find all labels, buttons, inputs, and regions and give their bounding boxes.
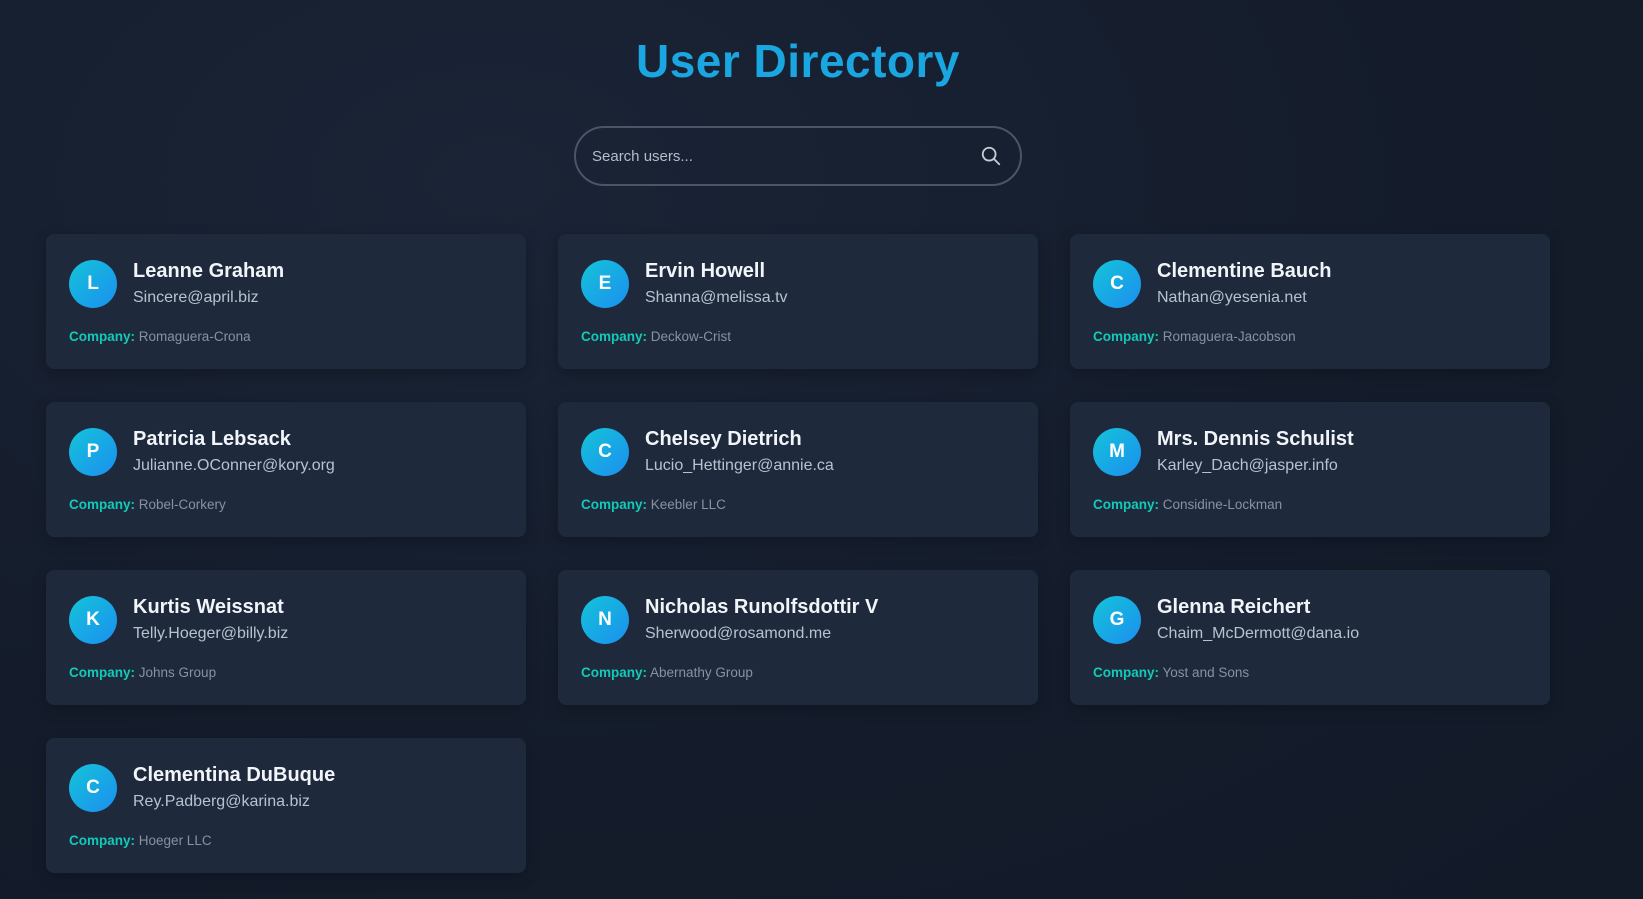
user-email: Karley_Dach@jasper.info: [1157, 457, 1338, 474]
user-email: Shanna@melissa.tv: [645, 289, 788, 306]
user-company: Company: Abernathy Group: [581, 665, 753, 680]
user-card[interactable]: C Chelsey Dietrich Lucio_Hettinger@annie…: [558, 402, 1038, 537]
page-title: User Directory: [635, 35, 961, 87]
company-value: Robel-Corkery: [138, 497, 226, 512]
search-icon[interactable]: [978, 143, 1004, 169]
avatar: N: [581, 596, 629, 644]
avatar: E: [581, 260, 629, 308]
user-company: Company: Romaguera-Jacobson: [1093, 329, 1296, 344]
user-card[interactable]: P Patricia Lebsack Julianne.OConner@kory…: [46, 402, 526, 537]
user-card[interactable]: C Clementina DuBuque Rey.Padberg@karina.…: [46, 738, 526, 873]
user-name: Clementine Bauch: [1157, 260, 1332, 282]
company-label: Company:: [581, 497, 648, 512]
user-grid: L Leanne Graham Sincere@april.biz Compan…: [46, 234, 1550, 873]
user-card[interactable]: M Mrs. Dennis Schulist Karley_Dach@jaspe…: [1070, 402, 1550, 537]
user-name: Chelsey Dietrich: [645, 428, 802, 450]
user-company: Company: Considine-Lockman: [1093, 497, 1282, 512]
avatar: C: [69, 764, 117, 812]
user-company: Company: Yost and Sons: [1093, 665, 1249, 680]
user-name: Patricia Lebsack: [133, 428, 291, 450]
company-label: Company:: [69, 665, 136, 680]
user-email: Chaim_McDermott@dana.io: [1157, 625, 1360, 642]
avatar: C: [581, 428, 629, 476]
company-value: Romaguera-Crona: [138, 329, 251, 344]
company-value: Considine-Lockman: [1162, 497, 1283, 512]
company-label: Company:: [581, 665, 648, 680]
company-label: Company:: [69, 833, 136, 848]
user-card[interactable]: L Leanne Graham Sincere@april.biz Compan…: [46, 234, 526, 369]
user-email: Telly.Hoeger@billy.biz: [133, 625, 289, 642]
company-label: Company:: [581, 329, 648, 344]
search-box[interactable]: [574, 126, 1022, 186]
user-card[interactable]: N Nicholas Runolfsdottir V Sherwood@rosa…: [558, 570, 1038, 705]
company-label: Company:: [69, 329, 136, 344]
user-email: Sherwood@rosamond.me: [645, 625, 832, 642]
company-label: Company:: [69, 497, 136, 512]
company-value: Romaguera-Jacobson: [1162, 329, 1296, 344]
user-email: Sincere@april.biz: [133, 289, 259, 306]
user-name: Kurtis Weissnat: [133, 596, 284, 618]
user-email: Julianne.OConner@kory.org: [133, 457, 335, 474]
company-value: Yost and Sons: [1162, 665, 1250, 680]
user-name: Ervin Howell: [645, 260, 766, 282]
page: User Directory L Leanne Graham Sincere@a…: [0, 0, 1643, 899]
company-value: Johns Group: [138, 665, 217, 680]
company-label: Company:: [1093, 329, 1160, 344]
user-card[interactable]: C Clementine Bauch Nathan@yesenia.net Co…: [1070, 234, 1550, 369]
avatar: P: [69, 428, 117, 476]
avatar: C: [1093, 260, 1141, 308]
user-card[interactable]: E Ervin Howell Shanna@melissa.tv Company…: [558, 234, 1038, 369]
company-label: Company:: [1093, 665, 1160, 680]
avatar: K: [69, 596, 117, 644]
user-email: Rey.Padberg@karina.biz: [133, 793, 310, 810]
company-value: Hoeger LLC: [138, 833, 212, 848]
avatar: M: [1093, 428, 1141, 476]
user-name: Mrs. Dennis Schulist: [1157, 428, 1354, 450]
company-value: Keebler LLC: [650, 497, 726, 512]
user-email: Nathan@yesenia.net: [1157, 289, 1307, 306]
company-value: Deckow-Crist: [650, 329, 732, 344]
user-company: Company: Romaguera-Crona: [69, 329, 251, 344]
user-name: Clementina DuBuque: [133, 764, 336, 786]
user-company: Company: Hoeger LLC: [69, 833, 212, 848]
user-company: Company: Robel-Corkery: [69, 497, 226, 512]
user-name: Leanne Graham: [133, 260, 285, 282]
user-card[interactable]: G Glenna Reichert Chaim_McDermott@dana.i…: [1070, 570, 1550, 705]
user-company: Company: Deckow-Crist: [581, 329, 731, 344]
avatar: L: [69, 260, 117, 308]
user-company: Company: Johns Group: [69, 665, 216, 680]
user-name: Nicholas Runolfsdottir V: [645, 596, 879, 618]
user-name: Glenna Reichert: [1157, 596, 1311, 618]
company-label: Company:: [1093, 497, 1160, 512]
user-card[interactable]: K Kurtis Weissnat Telly.Hoeger@billy.biz…: [46, 570, 526, 705]
user-company: Company: Keebler LLC: [581, 497, 726, 512]
avatar: G: [1093, 596, 1141, 644]
user-email: Lucio_Hettinger@annie.ca: [645, 457, 834, 474]
search-input[interactable]: [576, 128, 978, 184]
company-value: Abernathy Group: [650, 665, 753, 680]
